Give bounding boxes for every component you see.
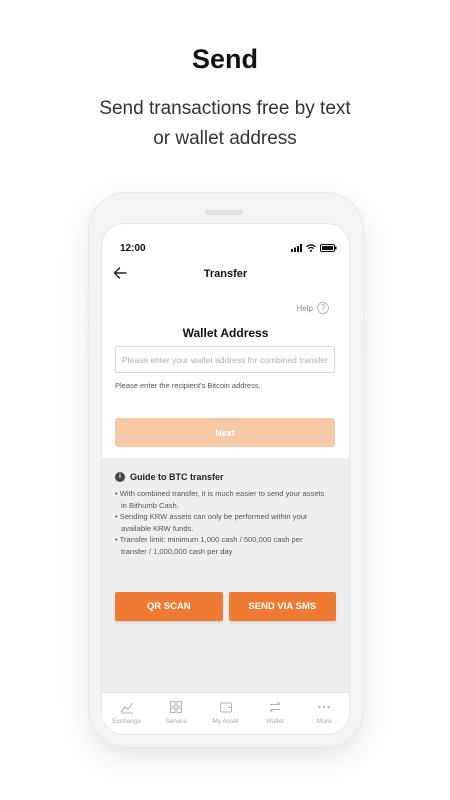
wallet-icon xyxy=(219,702,232,713)
wallet-address-input[interactable] xyxy=(115,346,335,373)
chart-icon xyxy=(120,702,134,714)
phone-power-button xyxy=(362,318,366,358)
guide-item: • Transfer limit: minimum 1,000 cash / 5… xyxy=(115,535,303,544)
help-link[interactable]: Help ? xyxy=(297,302,329,314)
phone-side-button xyxy=(86,330,90,356)
tab-service[interactable]: Service xyxy=(151,693,200,734)
guide-item: in Bithumb Cash. xyxy=(121,500,179,510)
promo-subtitle-line2: or wallet address xyxy=(153,128,297,149)
guide-list: • With combined transfer, it is much eas… xyxy=(115,488,337,557)
tab-label: Exchange xyxy=(112,718,142,725)
phone-side-button xyxy=(86,290,90,316)
qr-scan-button[interactable]: QR SCAN xyxy=(115,592,223,621)
tab-exchange[interactable]: Exchange xyxy=(102,693,151,734)
bottom-tab-bar: Exchange Service My Asset Wallet More xyxy=(102,692,349,734)
guide-title-text: Guide to BTC transfer xyxy=(130,472,224,482)
signal-icon xyxy=(291,244,302,252)
guide-title: i Guide to BTC transfer xyxy=(115,472,224,482)
send-via-sms-button[interactable]: SEND VIA SMS xyxy=(228,592,336,621)
battery-icon xyxy=(320,244,337,252)
tab-label: More xyxy=(316,718,332,725)
phone-screen: 12:00 Transfer Help ? Wallet Address Ple… xyxy=(102,224,349,734)
next-button[interactable]: Next xyxy=(115,418,335,447)
guide-item: available KRW funds. xyxy=(121,523,194,533)
app-header: Transfer xyxy=(102,260,349,288)
tab-label: Service xyxy=(165,718,187,725)
promo-subtitle: Send transactions free by text or wallet… xyxy=(0,94,450,154)
wallet-address-hint: Please enter the recipient's Bitcoin add… xyxy=(115,381,261,390)
status-time: 12:00 xyxy=(120,243,146,254)
page-title: Transfer xyxy=(203,268,248,280)
guide-section: i Guide to BTC transfer • With combined … xyxy=(102,458,349,692)
grid-icon xyxy=(170,701,183,713)
promo-subtitle-line1: Send transactions free by text xyxy=(99,98,351,119)
tab-label: Wallet xyxy=(266,718,284,725)
tab-more[interactable]: More xyxy=(300,693,349,734)
more-icon xyxy=(318,705,331,709)
promo-title: Send xyxy=(191,44,258,74)
help-label: Help xyxy=(296,303,313,313)
transfer-icon xyxy=(269,701,281,713)
wallet-address-label: Wallet Address xyxy=(182,326,269,340)
question-icon: ? xyxy=(317,302,329,314)
guide-item: • With combined transfer, it is much eas… xyxy=(115,489,325,498)
tab-my-asset[interactable]: My Asset xyxy=(201,693,250,734)
tab-wallet[interactable]: Wallet xyxy=(250,693,299,734)
wifi-icon xyxy=(306,244,316,252)
status-icons xyxy=(291,244,337,252)
tab-label: My Asset xyxy=(212,718,239,725)
phone-speaker xyxy=(205,210,243,215)
action-buttons: QR SCAN SEND VIA SMS xyxy=(115,592,336,621)
info-icon: i xyxy=(115,472,125,482)
guide-item: • Sending KRW assets can only be perform… xyxy=(115,512,308,521)
guide-item: transfer / 1,000,000 cash per day xyxy=(121,546,233,556)
status-bar: 12:00 xyxy=(102,224,349,264)
